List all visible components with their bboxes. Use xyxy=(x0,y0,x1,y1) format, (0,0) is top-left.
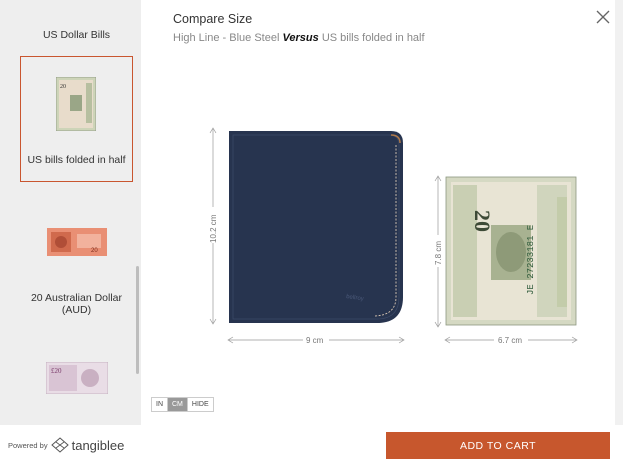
sidebar-scrollbar[interactable] xyxy=(136,266,139,374)
powered-by: Powered by tangiblee xyxy=(8,437,124,453)
bill-denomination: 20 xyxy=(470,210,495,232)
svg-text:20: 20 xyxy=(91,248,98,254)
gbp-bill-thumbnail: £20 xyxy=(46,362,108,394)
wallet-height-dimension: 10.2 cm xyxy=(206,127,220,325)
sidebar-item-label: US bills folded in half xyxy=(27,154,126,166)
svg-text:20: 20 xyxy=(60,84,66,90)
page-title: Compare Size xyxy=(173,12,253,26)
sidebar-item-label: US Dollar Bills xyxy=(42,29,111,41)
wallet-height-label: 10.2 cm xyxy=(209,214,218,243)
comparison-panel: Compare Size High Line - Blue Steel Vers… xyxy=(141,0,623,425)
sidebar-item-label: 20 Australian Dollar (AUD) xyxy=(30,292,123,316)
sidebar: US Dollar Bills 20 US bills folded in ha… xyxy=(0,0,141,425)
bill-height-dimension: 7.8 cm xyxy=(431,175,445,328)
wallet-image: bellroy xyxy=(229,131,403,323)
bill-width-dimension: 6.7 cm xyxy=(444,334,578,346)
versus-label: Versus xyxy=(282,32,319,44)
unit-cm-button[interactable]: CM xyxy=(168,398,188,411)
bill-serial-number: JE 27233181 E xyxy=(526,225,536,295)
compared-item-name: US bills folded in half xyxy=(321,32,425,44)
tangiblee-brand[interactable]: tangiblee xyxy=(72,438,125,453)
sidebar-item-us-dollar-bills[interactable]: US Dollar Bills xyxy=(20,0,133,48)
add-to-cart-button[interactable]: ADD TO CART xyxy=(386,432,610,459)
bill-width-label: 6.7 cm xyxy=(498,336,522,345)
window-edge xyxy=(615,0,623,464)
aud-bill-thumbnail: 20 xyxy=(47,228,107,256)
svg-text:£20: £20 xyxy=(51,367,62,375)
sidebar-item-australian-dollar[interactable]: 20 20 Australian Dollar (AUD) xyxy=(20,210,133,320)
product-name: High Line - Blue Steel xyxy=(173,32,280,44)
size-comparison-graphic: 10.2 cm bellroy 9 cm 7.8 cm JE 27233181 … xyxy=(206,127,578,346)
wallet-width-label: 9 cm xyxy=(306,336,324,345)
sidebar-item-us-bills-folded[interactable]: 20 US bills folded in half xyxy=(20,56,133,182)
folded-bill-image: JE 27233181 E 20 xyxy=(445,176,577,326)
tangiblee-logo-icon xyxy=(50,437,69,453)
folded-bill-thumbnail: 20 xyxy=(56,77,96,131)
unit-in-button[interactable]: IN xyxy=(152,398,168,411)
comparison-subtitle: High Line - Blue Steel Versus US bills f… xyxy=(173,32,425,44)
wallet-width-dimension: 9 cm xyxy=(227,334,405,346)
unit-hide-button[interactable]: HIDE xyxy=(187,398,213,411)
powered-by-label: Powered by xyxy=(8,440,48,450)
bill-height-label: 7.8 cm xyxy=(434,241,443,265)
unit-toggle: IN CM HIDE xyxy=(151,397,214,412)
footer: Powered by tangiblee ADD TO CART xyxy=(0,425,623,464)
sidebar-item-gbp-bill[interactable]: £20 xyxy=(20,350,133,410)
close-icon[interactable] xyxy=(595,9,611,25)
